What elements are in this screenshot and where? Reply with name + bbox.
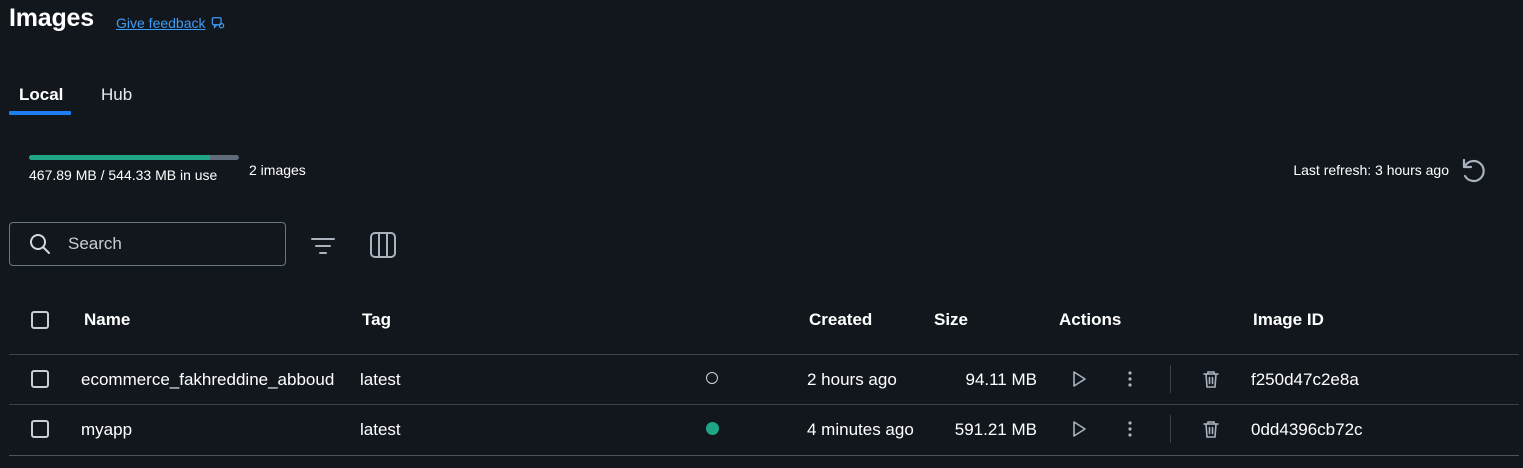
image-created: 4 minutes ago [807,420,914,439]
active-tab-indicator [9,111,71,115]
in-use-status-icon [706,422,719,435]
select-all-checkbox[interactable] [31,311,49,329]
column-header-name[interactable]: Name [84,310,130,330]
actions-divider [1170,415,1171,443]
column-header-tag[interactable]: Tag [362,310,391,330]
more-options-icon[interactable] [1120,419,1140,439]
columns-icon[interactable] [369,231,397,259]
run-icon[interactable] [1069,419,1089,439]
tab-hub[interactable]: Hub [101,85,132,105]
image-name[interactable]: ecommerce_fakhreddine_abboud [81,370,334,390]
disk-usage-text: 467.89 MB / 544.33 MB in use [29,167,218,183]
image-name[interactable]: myapp [81,420,132,440]
image-id[interactable]: 0dd4396cb72c [1251,420,1363,440]
row-checkbox[interactable] [31,420,49,438]
search-field[interactable] [9,222,286,266]
row-checkbox[interactable] [31,370,49,388]
tab-local[interactable]: Local [19,85,63,105]
disk-usage-fill [29,155,210,160]
refresh-icon[interactable] [1459,156,1489,186]
column-header-created[interactable]: Created [809,310,872,330]
column-header-image-id[interactable]: Image ID [1253,310,1324,330]
table-row[interactable]: myapp latest 4 minutes ago 591.21 MB 0dd… [0,405,1523,455]
more-options-icon[interactable] [1120,369,1140,389]
image-size: 591.21 MB [954,420,1037,439]
images-count: 2 images [249,162,306,178]
unused-status-icon [706,372,718,384]
image-id[interactable]: f250d47c2e8a [1251,370,1359,390]
column-header-actions: Actions [1059,310,1122,329]
images-page: Images Give feedback Local Hub 467.89 MB… [0,0,1523,468]
give-feedback-link[interactable]: Give feedback [116,15,225,31]
page-title: Images [9,4,94,32]
disk-usage-bar [29,155,239,160]
table-bottom-border [9,455,1519,456]
image-size: 94.11 MB [965,370,1037,389]
image-tag: latest [360,370,401,389]
delete-icon[interactable] [1201,369,1221,389]
image-tag: latest [360,420,401,439]
image-created: 2 hours ago [807,370,897,389]
delete-icon[interactable] [1201,419,1221,439]
run-icon[interactable] [1069,369,1089,389]
column-header-size[interactable]: Size [934,310,968,330]
feedback-icon [211,17,224,29]
give-feedback-label: Give feedback [116,15,206,31]
table-row[interactable]: ecommerce_fakhreddine_abboud latest 2 ho… [0,355,1523,405]
filter-icon[interactable] [309,232,337,260]
search-icon [30,234,50,254]
actions-divider [1170,365,1171,393]
search-input[interactable] [66,233,270,255]
last-refresh-text: Last refresh: 3 hours ago [1293,162,1449,178]
